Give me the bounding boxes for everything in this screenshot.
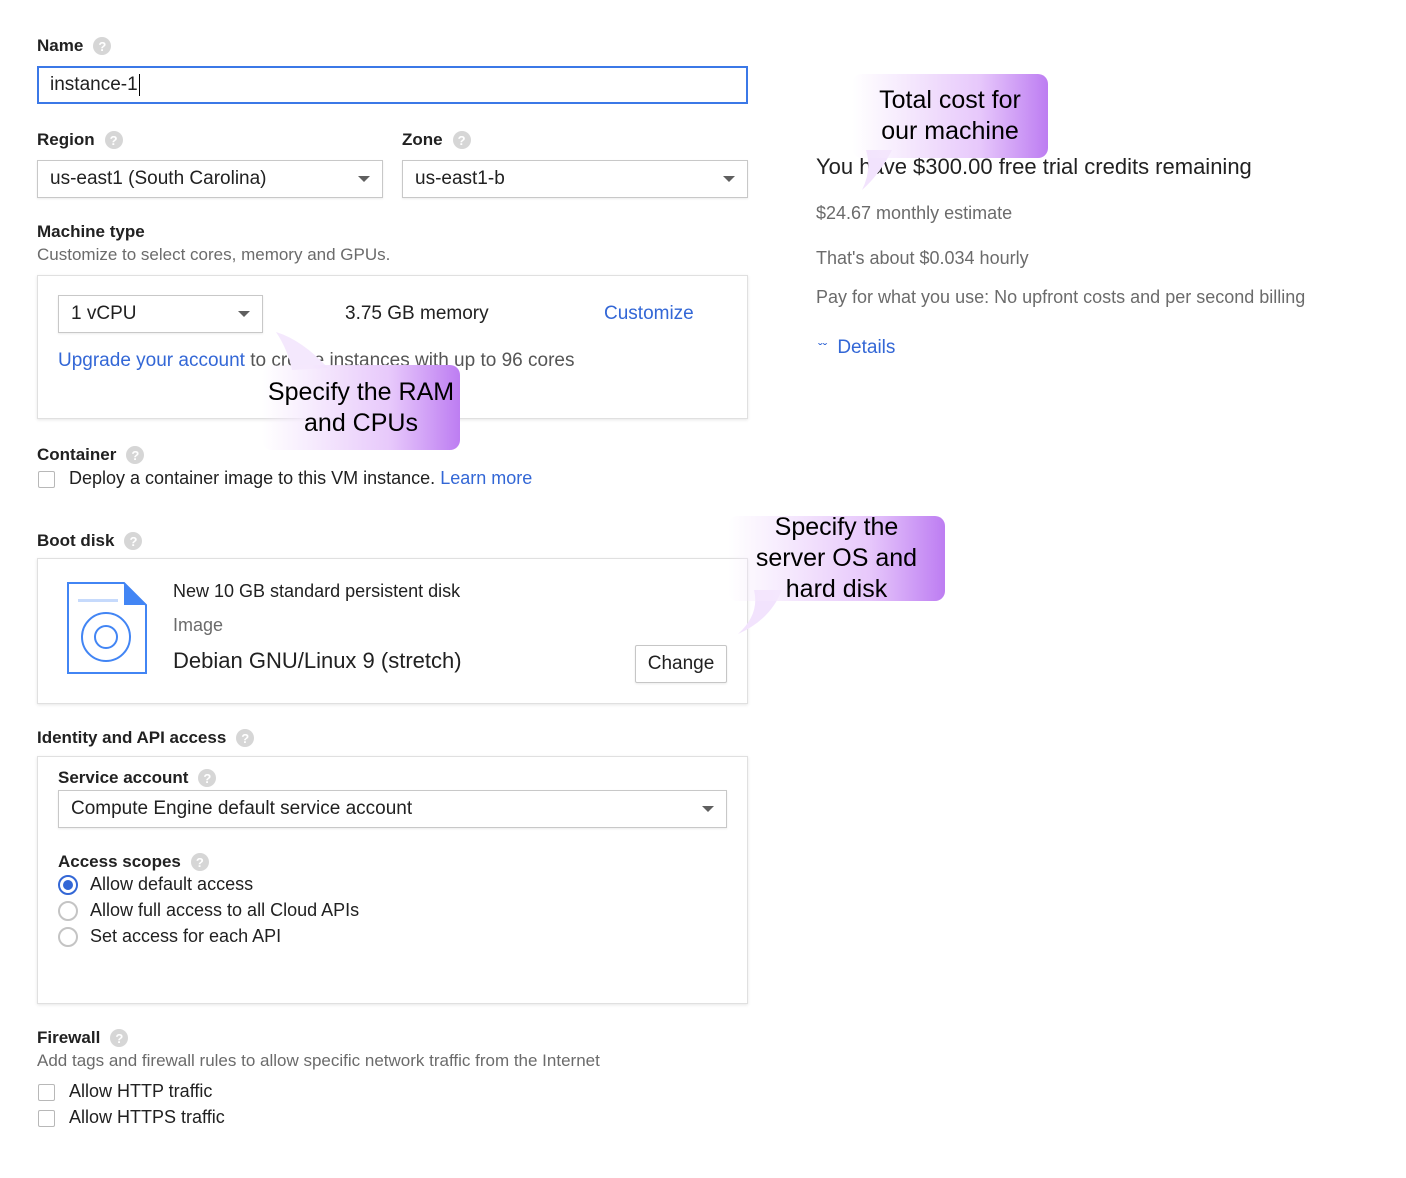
container-checkbox[interactable] <box>38 471 55 488</box>
help-icon[interactable]: ? <box>126 446 145 464</box>
https-label: Allow HTTPS traffic <box>69 1107 225 1127</box>
container-text: Deploy a container image to this VM inst… <box>69 468 533 488</box>
monthly-estimate: $24.67 monthly estimate <box>816 203 1013 223</box>
help-icon[interactable]: ? <box>236 729 255 747</box>
dropdown-arrow-icon <box>358 176 370 182</box>
learn-more-link[interactable]: Learn more <box>440 468 532 488</box>
name-input[interactable]: instance-1 <box>37 66 748 104</box>
region-select[interactable]: us-east1 (South Carolina) <box>37 160 383 198</box>
http-label: Allow HTTP traffic <box>69 1081 213 1101</box>
https-checkbox[interactable] <box>38 1110 55 1127</box>
help-icon[interactable]: ? <box>110 1029 129 1047</box>
firewall-description: Add tags and firewall rules to allow spe… <box>37 1051 600 1070</box>
scope-option[interactable]: Set access for each API <box>58 926 281 947</box>
zone-select[interactable]: us-east1-b <box>402 160 748 198</box>
upgrade-account-link[interactable]: Upgrade your account <box>58 350 245 371</box>
disk-icon <box>66 581 148 675</box>
help-icon[interactable]: ? <box>104 131 123 149</box>
image-label: Image <box>173 615 224 635</box>
customize-link[interactable]: Customize <box>604 303 694 325</box>
machine-type-label: Machine type <box>37 222 145 241</box>
help-icon[interactable]: ? <box>93 37 112 55</box>
chevron-down-icon: ˇˇ <box>818 340 828 356</box>
image-value: Debian GNU/Linux 9 (stretch) <box>173 648 462 673</box>
ram-cpu-annotation: Specify the RAM and CPUs <box>262 365 460 450</box>
help-icon[interactable]: ? <box>190 853 209 871</box>
help-icon[interactable]: ? <box>452 131 471 149</box>
zone-label: Zone ? <box>402 130 471 150</box>
disk-title: New 10 GB standard persistent disk <box>173 581 461 601</box>
radio-button[interactable] <box>58 874 78 895</box>
hourly-estimate: That's about $0.034 hourly <box>816 248 1029 268</box>
machine-type-description: Customize to select cores, memory and GP… <box>37 245 391 264</box>
dropdown-arrow-icon <box>702 806 714 812</box>
radio-button[interactable] <box>58 900 78 921</box>
firewall-label: Firewall ? <box>37 1028 129 1048</box>
change-button[interactable]: Change <box>635 645 727 683</box>
details-toggle[interactable]: ˇˇ Details <box>818 337 895 359</box>
radio-dot <box>63 879 73 890</box>
help-icon[interactable]: ? <box>198 769 217 787</box>
cost-annotation: Total cost for our machine <box>852 74 1048 158</box>
identity-label: Identity and API access ? <box>37 728 255 748</box>
boot-disk-label: Boot disk ? <box>37 531 143 551</box>
help-icon[interactable]: ? <box>124 532 143 550</box>
scope-option[interactable]: Allow default access <box>58 874 253 895</box>
billing-note: Pay for what you use: No upfront costs a… <box>816 287 1306 307</box>
dropdown-arrow-icon <box>238 311 250 317</box>
radio-button[interactable] <box>58 926 78 947</box>
access-scopes-label: Access scopes ? <box>58 852 209 872</box>
name-label: Name ? <box>37 36 112 56</box>
service-account-select[interactable]: Compute Engine default service account <box>58 790 727 828</box>
cpu-select[interactable]: 1 vCPU <box>58 295 263 333</box>
dropdown-arrow-icon <box>723 176 735 182</box>
http-checkbox[interactable] <box>38 1084 55 1101</box>
container-label: Container ? <box>37 445 145 465</box>
scope-option[interactable]: Allow full access to all Cloud APIs <box>58 900 359 921</box>
text-cursor <box>138 74 140 96</box>
service-account-label: Service account ? <box>58 768 217 788</box>
disk-annotation: Specify the server OS and hard disk <box>728 513 945 603</box>
memory-value: 3.75 GB memory <box>345 303 489 324</box>
region-label: Region ? <box>37 130 123 150</box>
